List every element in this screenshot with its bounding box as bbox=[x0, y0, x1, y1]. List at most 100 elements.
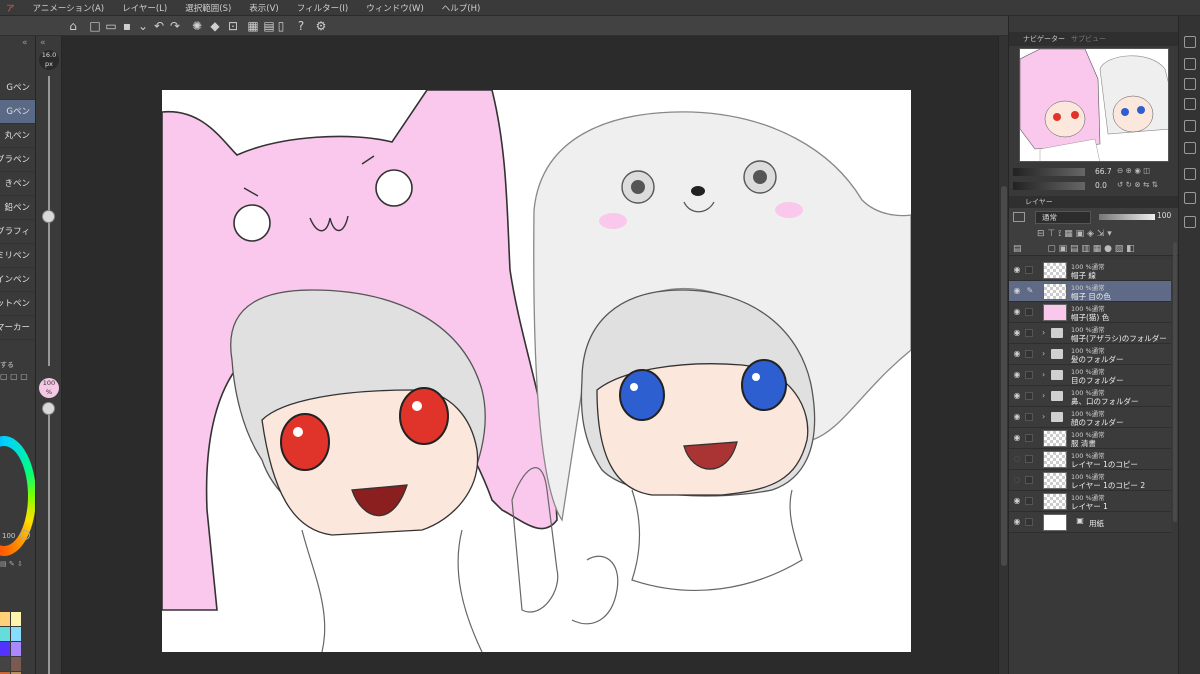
chevron-right-icon[interactable]: › bbox=[1042, 391, 1045, 400]
palette-tools[interactable]: ▤ ✎ ⇩ bbox=[0, 560, 35, 570]
opacity-knob[interactable] bbox=[42, 402, 55, 415]
sub-tool-graphic[interactable]: グラフィ bbox=[0, 220, 35, 244]
blend-mode-select[interactable]: 通常 bbox=[1035, 211, 1091, 224]
layer-lock-checkbox[interactable] bbox=[1025, 350, 1033, 358]
sub-tool-pen-5[interactable]: 鉛ペン bbox=[0, 196, 35, 220]
material-icon[interactable] bbox=[1184, 120, 1196, 132]
eye-icon[interactable]: ◉ bbox=[1012, 349, 1022, 359]
history-icon[interactable] bbox=[1184, 168, 1196, 180]
sub-tool-ink-pen[interactable]: インペン bbox=[0, 268, 35, 292]
navigator-preview[interactable] bbox=[1019, 48, 1169, 162]
layer-lock-checkbox[interactable] bbox=[1025, 308, 1033, 316]
properties-icon[interactable] bbox=[1184, 58, 1196, 70]
chevron-right-icon[interactable]: › bbox=[1042, 370, 1045, 379]
eye-icon[interactable]: ◉ bbox=[1012, 496, 1022, 506]
menu-item-help[interactable]: ヘルプ(H) bbox=[442, 2, 481, 14]
layer-row[interactable]: ○ 100 %通常 レイヤー 1のコピー bbox=[1009, 449, 1171, 470]
paper-layer-row[interactable]: ◉ ▣ 用紙 bbox=[1009, 512, 1171, 533]
swatch[interactable] bbox=[11, 642, 21, 656]
layer-row[interactable]: ○ 100 %通常 レイヤー 1のコピー 2 bbox=[1009, 470, 1171, 491]
menu-item-partial[interactable]: ア bbox=[6, 2, 15, 14]
layer-lock-checkbox[interactable] bbox=[1025, 497, 1033, 505]
layer-color-icon[interactable] bbox=[1013, 212, 1025, 222]
swatch[interactable] bbox=[11, 612, 21, 626]
deselect-icon[interactable]: ▦ bbox=[246, 19, 260, 33]
opacity-track[interactable] bbox=[48, 402, 50, 674]
layer-row[interactable]: ◉ 100 %通常 レイヤー 1 bbox=[1009, 491, 1171, 512]
menu-item-selection[interactable]: 選択範囲(S) bbox=[185, 2, 231, 14]
layer-lock-checkbox[interactable] bbox=[1025, 266, 1033, 274]
layer-lock-checkbox[interactable] bbox=[1025, 518, 1033, 526]
layers-icon[interactable] bbox=[1184, 78, 1196, 90]
collapse-icon[interactable]: « bbox=[40, 38, 46, 48]
folder-row[interactable]: ◉ › 100 %通常 髪のフォルダー bbox=[1009, 344, 1171, 365]
open-file-icon[interactable]: ▭ bbox=[104, 19, 118, 33]
swatch[interactable] bbox=[0, 627, 10, 641]
chevron-right-icon[interactable]: › bbox=[1042, 412, 1045, 421]
menu-item-filter[interactable]: フィルター(I) bbox=[297, 2, 348, 14]
layer-row[interactable]: ◉ 100 %通常服 清書 bbox=[1009, 428, 1171, 449]
rotation-buttons[interactable]: ↺ ↻ ⊗ ⇆ ⇅ bbox=[1117, 180, 1158, 189]
tab-subview[interactable]: サブビュー bbox=[1071, 34, 1106, 44]
eye-icon[interactable]: ◉ bbox=[1012, 328, 1022, 338]
swatch[interactable] bbox=[0, 642, 10, 656]
eye-off-icon[interactable]: ○ bbox=[1012, 475, 1022, 485]
new-file-icon[interactable]: □ bbox=[88, 19, 102, 33]
menu-item-window[interactable]: ウィンドウ(W) bbox=[366, 2, 424, 14]
layer-opacity-slider[interactable] bbox=[1099, 214, 1155, 220]
tab-navigator[interactable]: ナビゲーター bbox=[1023, 34, 1065, 44]
folder-row[interactable]: ◉ › 100 %通常 目のフォルダー bbox=[1009, 365, 1171, 386]
folder-row[interactable]: ◉ › 100 %通常 顔のフォルダー bbox=[1009, 407, 1171, 428]
layer-lock-checkbox[interactable] bbox=[1025, 329, 1033, 337]
color-mode-icon[interactable] bbox=[20, 530, 30, 540]
sub-tool-pen-4[interactable]: きペン bbox=[0, 172, 35, 196]
clear-icon[interactable]: ✺ bbox=[190, 19, 204, 33]
book-icon[interactable] bbox=[1184, 192, 1196, 204]
stack-icon[interactable] bbox=[1184, 98, 1196, 110]
canvas-vertical-scrollbar[interactable] bbox=[998, 36, 1008, 674]
layer-panel-tab[interactable]: レイヤー bbox=[1009, 196, 1178, 208]
scrollbar-thumb[interactable] bbox=[1001, 186, 1007, 566]
eye-icon[interactable]: ◉ bbox=[1012, 391, 1022, 401]
chevron-right-icon[interactable]: › bbox=[1042, 349, 1045, 358]
zoom-buttons[interactable]: ⊖ ⊕ ◉ ◫ bbox=[1117, 166, 1150, 175]
help-icon[interactable]: ? bbox=[294, 19, 308, 33]
folder-row[interactable]: ◉ › 100 %通常 鼻、口のフォルダー bbox=[1009, 386, 1171, 407]
layer-lock-checkbox[interactable] bbox=[1025, 434, 1033, 442]
device-icon[interactable]: ▯ bbox=[274, 19, 288, 33]
eye-icon[interactable]: ◉ bbox=[1012, 286, 1022, 296]
eye-off-icon[interactable]: ○ bbox=[1012, 454, 1022, 464]
transform-icon[interactable]: ⊡ bbox=[226, 19, 240, 33]
drawing-canvas[interactable] bbox=[162, 90, 911, 652]
collapse-icon[interactable]: « bbox=[22, 38, 28, 48]
redo-icon[interactable]: ↷ bbox=[168, 19, 182, 33]
menu-item-view[interactable]: 表示(V) bbox=[249, 2, 278, 14]
save-icon[interactable]: ▪ bbox=[120, 19, 134, 33]
swatch[interactable] bbox=[0, 612, 10, 626]
sub-tool-g-pen-selected[interactable]: Gペン bbox=[0, 100, 35, 124]
layer-lock-checkbox[interactable] bbox=[1025, 476, 1033, 484]
layer-tool-icons[interactable]: ⊟ ⊤ ⟟ ▦ ▣ ◈ ⇲ ▾ bbox=[1037, 229, 1112, 239]
info-icon[interactable] bbox=[1184, 216, 1196, 228]
chevron-right-icon[interactable]: › bbox=[1042, 328, 1045, 337]
sub-tool-dot-pen[interactable]: ットペン bbox=[0, 292, 35, 316]
layer-row[interactable]: ◉ 100 %通常 帽子 線 bbox=[1009, 260, 1171, 281]
layer-row-selected[interactable]: ◉ ✎ 100 %通常 帽子 目の色 bbox=[1009, 281, 1171, 302]
zoom-slider[interactable] bbox=[1013, 168, 1085, 176]
sub-tool-milli-pen[interactable]: ミリペン bbox=[0, 244, 35, 268]
swatch[interactable] bbox=[0, 657, 10, 671]
eye-icon[interactable]: ◉ bbox=[1012, 307, 1022, 317]
sub-tool-round-pen[interactable]: 丸ペン bbox=[0, 124, 35, 148]
sub-tool-actions[interactable]: ▢ ▢ ▢ bbox=[0, 372, 34, 382]
eye-icon[interactable]: ◉ bbox=[1012, 433, 1022, 443]
brush-size-knob[interactable] bbox=[42, 210, 55, 223]
home-icon[interactable]: ⌂ bbox=[66, 19, 80, 33]
menu-item-animation[interactable]: アニメーション(A) bbox=[33, 2, 105, 14]
layer-lock-checkbox[interactable] bbox=[1025, 392, 1033, 400]
folder-row[interactable]: ◉ › 100 %通常 帽子(アザラシ)のフォルダー bbox=[1009, 323, 1171, 344]
settings-icon[interactable]: ⚙ bbox=[314, 19, 328, 33]
eye-icon[interactable]: ◉ bbox=[1012, 412, 1022, 422]
swatch[interactable] bbox=[11, 657, 21, 671]
sub-tool-g-pen[interactable]: Gペン bbox=[0, 76, 35, 100]
canvas-area[interactable] bbox=[62, 36, 998, 674]
